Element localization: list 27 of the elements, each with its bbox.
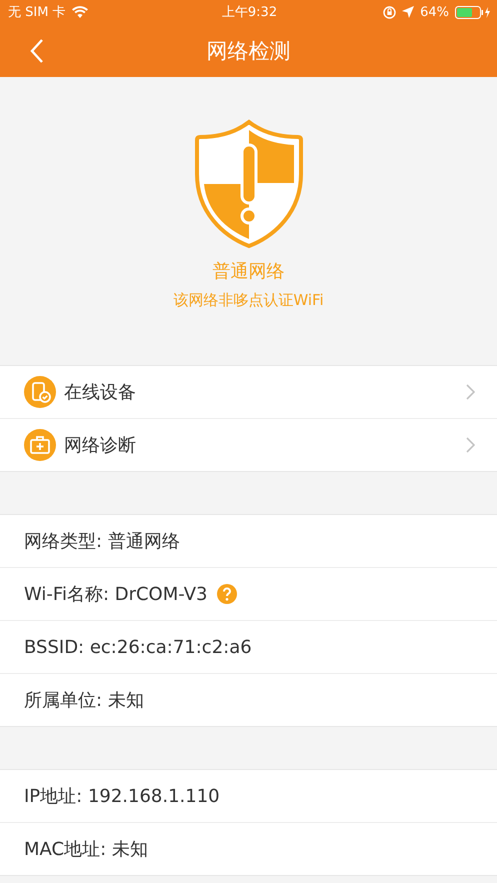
clock-text: 上午9:32 [222, 4, 278, 21]
battery-charging-icon [454, 6, 491, 18]
network-description: 该网络非哆点认证WiFi [173, 291, 324, 310]
wifi-icon [72, 6, 88, 18]
network-type-title: 普通网络 [212, 260, 284, 283]
help-icon[interactable] [217, 584, 238, 604]
info-text: BSSID: ec:26:ca:71:c2:a6 [24, 636, 252, 658]
info-text: 网络类型: 普通网络 [24, 530, 180, 553]
battery-percent-text: 64% [420, 4, 449, 20]
device-check-icon [24, 376, 56, 408]
page-title: 网络检测 [206, 38, 290, 64]
menu-label: 在线设备 [64, 381, 137, 404]
menu-item[interactable]: 在线设备 [0, 366, 497, 418]
info-text: IP地址: 192.168.1.110 [24, 785, 220, 808]
rotation-lock-icon [383, 6, 396, 18]
menu-item[interactable]: 网络诊断 [0, 418, 497, 471]
chevron-right-icon [466, 384, 475, 400]
info-text: Wi-Fi名称: DrCOM-V3 [24, 583, 208, 606]
menu-label: 网络诊断 [64, 434, 137, 457]
location-arrow-icon [402, 6, 414, 18]
back-icon[interactable] [30, 38, 44, 64]
info-text: 所属单位: 未知 [24, 689, 144, 712]
medical-kit-icon [24, 429, 56, 461]
carrier-text: 无 SIM 卡 [8, 4, 66, 21]
warning-shield-icon [194, 119, 302, 249]
info-text: MAC地址: 未知 [24, 838, 148, 861]
chevron-right-icon [466, 437, 475, 453]
